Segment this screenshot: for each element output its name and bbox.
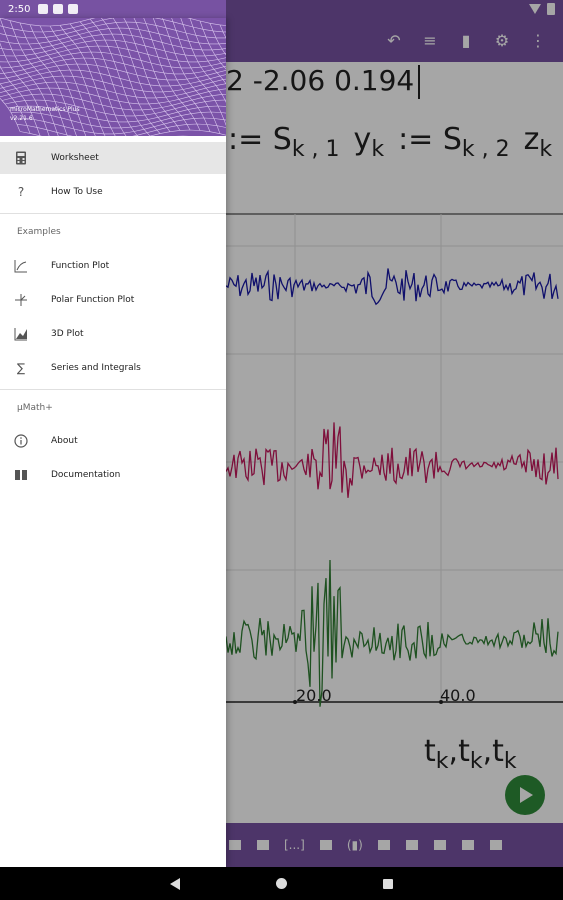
notification-icon xyxy=(53,4,64,14)
navigation-drawer: microMathematics Plus v2.21.6 Worksheet … xyxy=(0,18,226,867)
section-umath: µMath+ xyxy=(17,403,53,413)
notification-icons xyxy=(38,4,79,14)
nav-item-function-plot[interactable]: Function Plot xyxy=(0,250,226,282)
nav-label: Function Plot xyxy=(51,261,110,271)
nav-label: About xyxy=(51,436,78,446)
app-version: v2.21.6 xyxy=(10,115,33,122)
app-name: microMathematics Plus xyxy=(10,106,80,113)
polar-plot-icon xyxy=(13,292,29,308)
nav-item-polar-function-plot[interactable]: Polar Function Plot xyxy=(0,284,226,316)
nav-label: Series and Integrals xyxy=(51,363,141,373)
3d-plot-icon xyxy=(13,326,29,342)
back-icon[interactable] xyxy=(170,877,180,890)
divider xyxy=(0,213,226,214)
drawer-scrim[interactable] xyxy=(226,0,563,867)
nav-item-3d-plot[interactable]: 3D Plot xyxy=(0,318,226,350)
nav-item-series-and-integrals[interactable]: ∑ Series and Integrals xyxy=(0,352,226,384)
info-icon xyxy=(13,433,29,449)
status-time: 2:50 xyxy=(8,3,31,15)
sigma-icon: ∑ xyxy=(16,361,26,375)
question-icon: ? xyxy=(17,185,25,199)
drawer-header: microMathematics Plus v2.21.6 xyxy=(0,18,226,136)
nav-label: Worksheet xyxy=(51,153,99,163)
nav-item-worksheet[interactable]: Worksheet xyxy=(0,142,226,174)
nav-item-documentation[interactable]: Documentation xyxy=(0,459,226,491)
calculator-icon xyxy=(13,150,29,166)
nav-item-how-to-use[interactable]: ? How To Use xyxy=(0,176,226,208)
section-examples: Examples xyxy=(17,227,61,237)
recents-icon[interactable] xyxy=(383,878,393,889)
home-icon[interactable] xyxy=(276,878,287,889)
book-icon xyxy=(13,467,29,483)
nav-label: Documentation xyxy=(51,470,121,480)
nav-label: 3D Plot xyxy=(51,329,84,339)
nav-label: Polar Function Plot xyxy=(51,295,135,305)
function-plot-icon xyxy=(13,258,29,274)
surface-mesh-graphic xyxy=(0,18,226,136)
notification-icon xyxy=(38,4,49,14)
nav-item-about[interactable]: About xyxy=(0,425,226,457)
system-navigation-bar xyxy=(0,867,563,900)
nav-label: How To Use xyxy=(51,187,103,197)
notification-icon xyxy=(68,4,79,14)
divider xyxy=(0,389,226,390)
